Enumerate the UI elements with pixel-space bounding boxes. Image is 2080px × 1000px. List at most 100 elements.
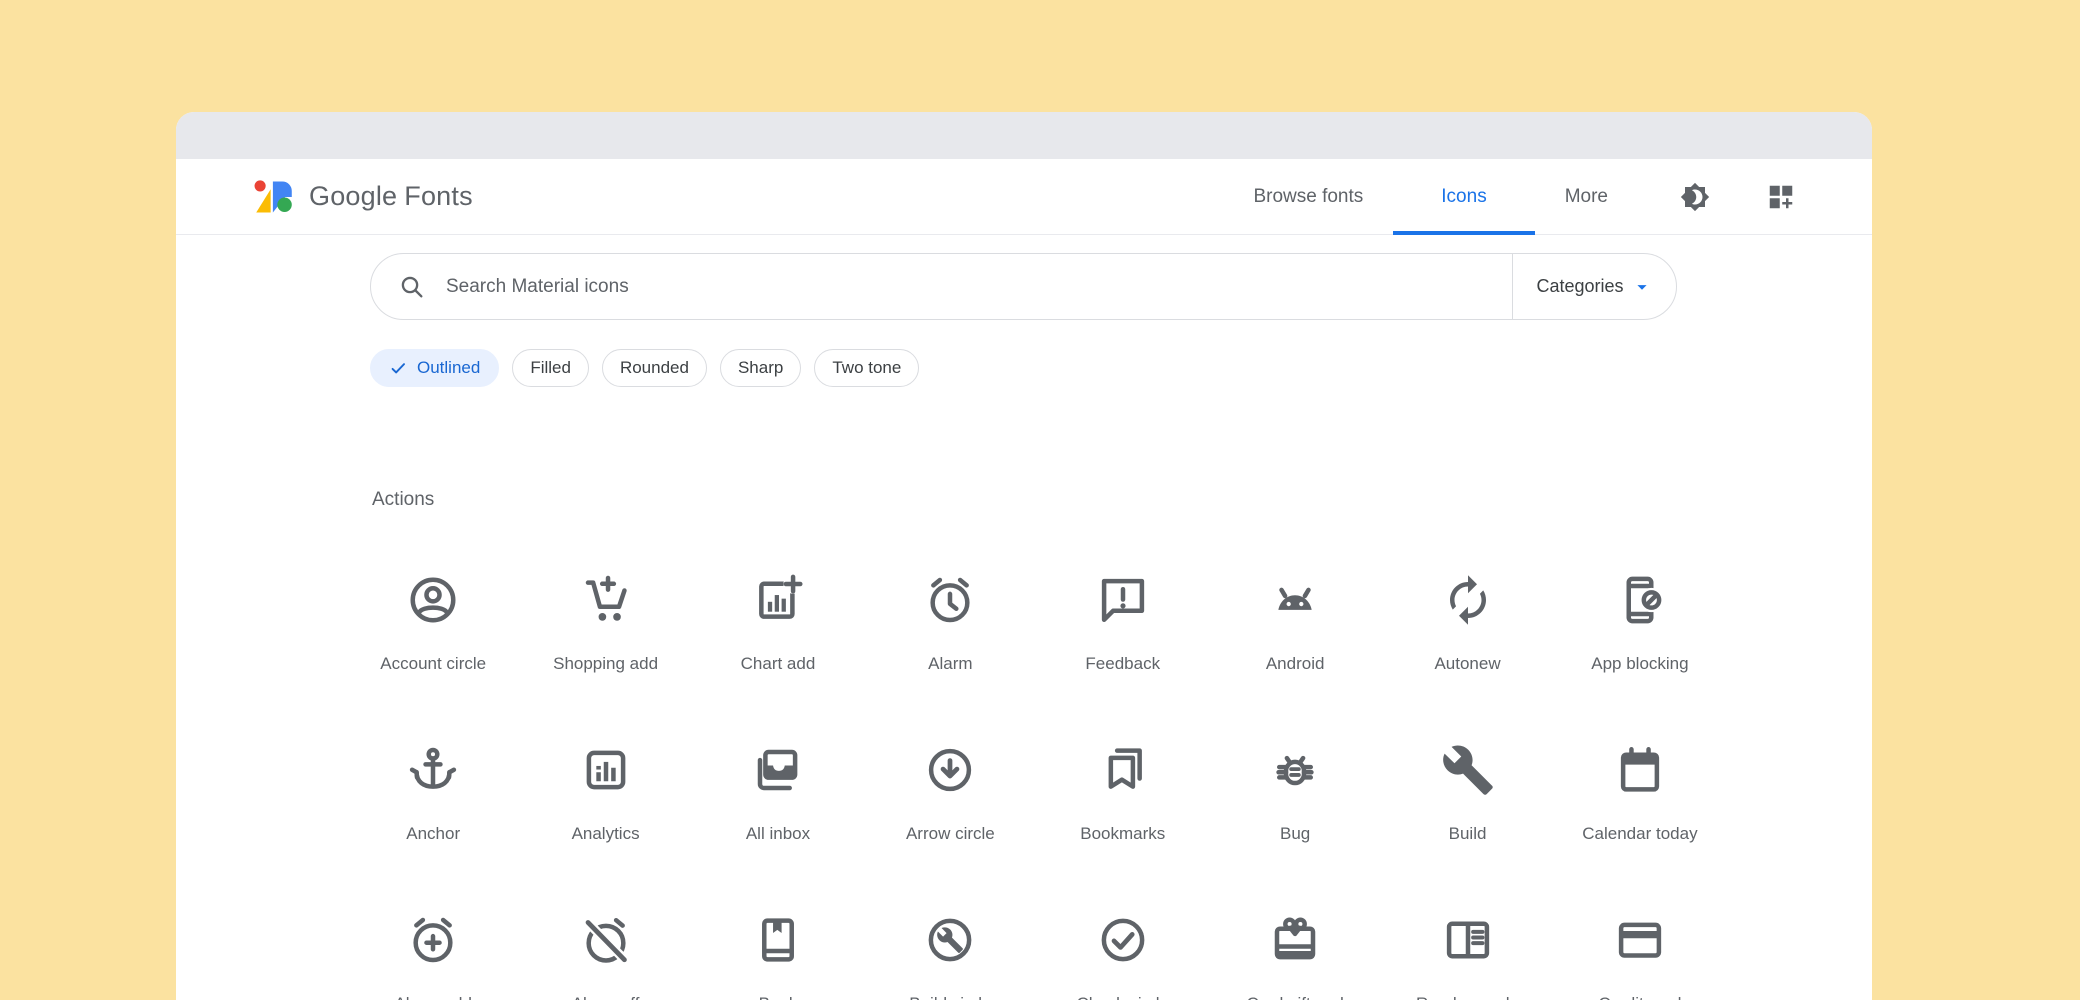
icon-tile-autonew[interactable]: Autonew xyxy=(1381,572,1553,742)
categories-dropdown[interactable]: Categories xyxy=(1512,254,1676,319)
alarm-add-icon xyxy=(405,912,461,968)
icon-tile-arrow-circle[interactable]: Arrow circle xyxy=(864,742,1036,912)
dark-mode-toggle-icon[interactable] xyxy=(1680,182,1710,212)
browser-window: GoogleFonts Browse fonts Icons More Catego… xyxy=(176,112,1872,1000)
icon-tile-label: Bug xyxy=(1280,824,1310,844)
icon-tile-build-circle[interactable]: Build circle xyxy=(864,912,1036,1000)
icon-tile-alarm-add[interactable]: Alarm add xyxy=(347,912,519,1000)
icon-tile-alarm[interactable]: Alarm xyxy=(864,572,1036,742)
icon-tile-label: Reader mode xyxy=(1416,994,1519,1000)
icon-tile-check-circle[interactable]: Check circle xyxy=(1037,912,1209,1000)
icon-tile-label: Autonew xyxy=(1434,654,1500,674)
google-fonts-logo-icon xyxy=(254,179,294,215)
credit-card-icon xyxy=(1612,912,1668,968)
search-bar: Categories xyxy=(370,253,1677,320)
icon-tile-label: Android xyxy=(1266,654,1325,674)
icon-tile-account-circle[interactable]: Account circle xyxy=(347,572,519,742)
google-fonts-logo[interactable]: GoogleFonts xyxy=(254,179,473,215)
feedback-icon xyxy=(1095,572,1151,628)
icon-tile-label: Chart add xyxy=(741,654,816,674)
reader-mode-icon xyxy=(1440,912,1496,968)
bug-icon xyxy=(1267,742,1323,798)
icon-tile-label: Alarm add xyxy=(394,994,471,1000)
icon-tile-credit-card[interactable]: Credit card xyxy=(1554,912,1726,1000)
icon-tile-card-giftcard[interactable]: Card giftcard xyxy=(1209,912,1381,1000)
icon-tile-app-blocking[interactable]: App blocking xyxy=(1554,572,1726,742)
filter-chip-outlined[interactable]: Outlined xyxy=(370,349,499,387)
filter-chip-rounded[interactable]: Rounded xyxy=(602,349,707,387)
filter-chip-label: Filled xyxy=(530,358,571,378)
icon-tile-calendar-today[interactable]: Calendar today xyxy=(1554,742,1726,912)
window-titlebar[interactable] xyxy=(176,112,1872,159)
icon-tile-chart-add[interactable]: Chart add xyxy=(692,572,864,742)
section-title: Actions xyxy=(372,489,434,511)
icon-tile-shopping-add[interactable]: Shopping add xyxy=(519,572,691,742)
main-nav: Browse fonts Icons More xyxy=(1253,159,1608,234)
material-icon-grid: Account circle Shopping add Chart add Alarm… xyxy=(347,572,1726,1000)
card-giftcard-icon xyxy=(1267,912,1323,968)
filter-chip-two-tone[interactable]: Two tone xyxy=(814,349,919,387)
search-icon xyxy=(398,273,426,301)
alarm-off-icon xyxy=(578,912,634,968)
desktop-background: GoogleFonts Browse fonts Icons More Catego… xyxy=(0,0,2080,1000)
search-input[interactable] xyxy=(446,267,1676,307)
autonew-icon xyxy=(1440,572,1496,628)
icon-tile-label: Account circle xyxy=(380,654,486,674)
categories-label: Categories xyxy=(1536,276,1623,297)
icon-tile-all-inbox[interactable]: All inbox xyxy=(692,742,864,912)
icon-tile-alarm-off[interactable]: Alarm off xyxy=(519,912,691,1000)
filter-chip-label: Two tone xyxy=(832,358,901,378)
anchor-icon xyxy=(405,742,461,798)
icon-tile-label: Calendar today xyxy=(1582,824,1697,844)
header-action-icons xyxy=(1680,182,1796,212)
filter-chip-filled[interactable]: Filled xyxy=(512,349,589,387)
style-filter-chips: Outlined Filled Rounded Sharp Two tone xyxy=(370,349,919,387)
nav-tab-more[interactable]: More xyxy=(1565,159,1608,234)
nav-tab-icons[interactable]: Icons xyxy=(1441,159,1486,234)
account-circle-icon xyxy=(405,572,461,628)
icon-tile-label: Alarm off xyxy=(572,994,640,1000)
filter-chip-sharp[interactable]: Sharp xyxy=(720,349,801,387)
icon-tile-label: Feedback xyxy=(1085,654,1160,674)
icon-tile-label: Book xyxy=(759,994,798,1000)
icon-tile-label: Build xyxy=(1449,824,1487,844)
site-header: GoogleFonts Browse fonts Icons More xyxy=(176,159,1872,235)
icon-tile-bookmarks[interactable]: Bookmarks xyxy=(1037,742,1209,912)
icon-tile-label: Alarm xyxy=(928,654,972,674)
shopping-add-icon xyxy=(578,572,634,628)
icon-tile-label: Bookmarks xyxy=(1080,824,1165,844)
icon-tile-label: Credit card xyxy=(1598,994,1681,1000)
icon-tile-label: Shopping add xyxy=(553,654,658,674)
filter-chip-label: Sharp xyxy=(738,358,783,378)
icon-tile-reader-mode[interactable]: Reader mode xyxy=(1381,912,1553,1000)
arrow-circle-icon xyxy=(922,742,978,798)
apps-grid-icon[interactable] xyxy=(1766,182,1796,212)
bookmarks-icon xyxy=(1095,742,1151,798)
analytics-icon xyxy=(578,742,634,798)
book-icon xyxy=(750,912,806,968)
build-circle-icon xyxy=(922,912,978,968)
all-inbox-icon xyxy=(750,742,806,798)
brand-title: GoogleFonts xyxy=(309,181,473,212)
icon-tile-build[interactable]: Build xyxy=(1381,742,1553,912)
build-icon xyxy=(1440,742,1496,798)
check-icon xyxy=(389,359,408,378)
icon-tile-anchor[interactable]: Anchor xyxy=(347,742,519,912)
filter-chip-label: Rounded xyxy=(620,358,689,378)
icon-tile-book[interactable]: Book xyxy=(692,912,864,1000)
icon-tile-android[interactable]: Android xyxy=(1209,572,1381,742)
chart-add-icon xyxy=(750,572,806,628)
android-icon xyxy=(1267,572,1323,628)
icon-tile-label: All inbox xyxy=(746,824,810,844)
icon-tile-bug[interactable]: Bug xyxy=(1209,742,1381,912)
icon-tile-label: Card giftcard xyxy=(1246,994,1343,1000)
nav-tab-browse-fonts[interactable]: Browse fonts xyxy=(1253,159,1363,234)
icon-tile-analytics[interactable]: Analytics xyxy=(519,742,691,912)
app-blocking-icon xyxy=(1612,572,1668,628)
icon-tile-label: Anchor xyxy=(406,824,460,844)
alarm-icon xyxy=(922,572,978,628)
icon-tile-feedback[interactable]: Feedback xyxy=(1037,572,1209,742)
icon-tile-label: Arrow circle xyxy=(906,824,995,844)
filter-chip-label: Outlined xyxy=(417,358,480,378)
calendar-today-icon xyxy=(1612,742,1668,798)
